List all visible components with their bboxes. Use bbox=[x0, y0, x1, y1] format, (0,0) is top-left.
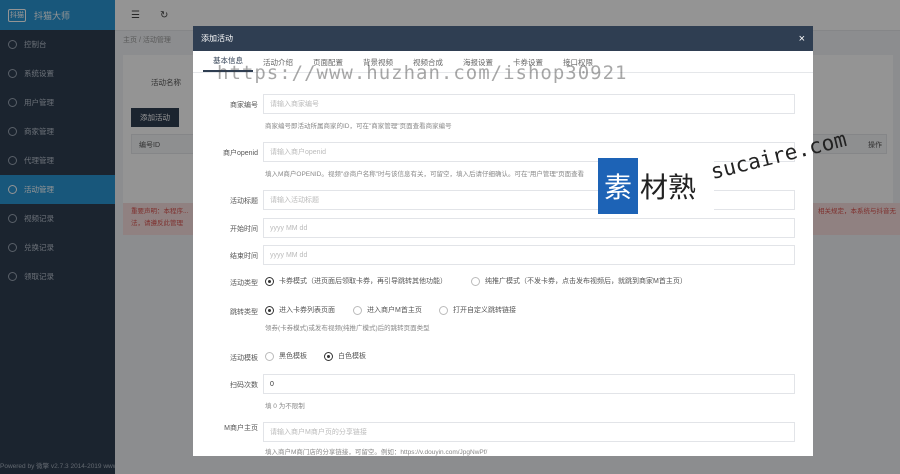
help-m-page: 填入商户M商门店的分享链接，可留空。例如：https://v.douyin.co… bbox=[265, 449, 488, 456]
radio-label: 白色模板 bbox=[338, 353, 366, 360]
radio-template-white[interactable]: 白色模板 bbox=[324, 351, 366, 361]
radio-template-black[interactable]: 黑色模板 bbox=[265, 351, 307, 361]
help-jump: 领券(卡券模式)或发布视频(纯推广模式)后的跳转页面类型 bbox=[265, 325, 430, 332]
watermark-badge: 素 材熟 bbox=[598, 158, 714, 214]
radio-label: 进入商户M首主页 bbox=[367, 307, 422, 314]
radio-jump-custom[interactable]: 打开自定义跳转链接 bbox=[439, 305, 516, 315]
radio-dot bbox=[471, 276, 480, 286]
label-jump: 跳转类型 bbox=[230, 309, 258, 316]
radio-dot bbox=[265, 305, 274, 315]
scan-times-input[interactable]: 0 bbox=[263, 374, 795, 394]
radio-dot bbox=[265, 276, 274, 286]
help-times: 填 0 为不限制 bbox=[265, 403, 305, 410]
add-activity-modal: 添加活动 × https://www.huzhan.com/ishop30921… bbox=[193, 26, 813, 456]
radio-type-promo[interactable]: 纯推广模式（不发卡券，点击发布视频后，就跳到商家M首主页） bbox=[471, 276, 687, 286]
modal-header: 添加活动 × bbox=[193, 26, 813, 51]
title-input[interactable]: 请输入活动标题 bbox=[263, 190, 795, 210]
radio-label: 卡券模式（进页面后领取卡券，再引导跳转其他功能） bbox=[279, 278, 447, 285]
label-shop-no: 商家编号 bbox=[230, 102, 258, 109]
label-times: 扫码次数 bbox=[230, 382, 258, 389]
label-title: 活动标题 bbox=[230, 198, 258, 205]
label-end: 结束时间 bbox=[230, 253, 258, 260]
radio-type-coupon[interactable]: 卡券模式（进页面后领取卡券，再引导跳转其他功能） bbox=[265, 276, 447, 286]
label-type: 活动类型 bbox=[230, 280, 258, 287]
shop-no-input[interactable]: 请输入商家编号 bbox=[263, 94, 795, 114]
watermark-badge-rest: 材熟 bbox=[640, 171, 697, 204]
radio-dot bbox=[439, 305, 448, 315]
radio-jump-coupon-list[interactable]: 进入卡券列表页面 bbox=[265, 305, 335, 315]
help-shop-no: 商家编号即活动所属商家的ID，可在"商家管理"页面查看商家编号 bbox=[265, 123, 452, 130]
radio-label: 进入卡券列表页面 bbox=[279, 307, 335, 314]
end-time-input[interactable]: yyyy MM dd bbox=[263, 245, 795, 265]
label-template: 活动模板 bbox=[230, 355, 258, 362]
radio-dot bbox=[324, 351, 333, 361]
radio-dot bbox=[353, 305, 362, 315]
start-time-input[interactable]: yyyy MM dd bbox=[263, 218, 795, 238]
radio-label: 黑色模板 bbox=[279, 353, 307, 360]
m-page-input[interactable]: 请输入商户M商户页的分享链接 bbox=[263, 422, 795, 442]
label-openid: 商户openid bbox=[222, 150, 258, 157]
label-m-page: M商户主页 bbox=[224, 425, 258, 432]
watermark-url: https://www.huzhan.com/ishop30921 bbox=[217, 62, 628, 84]
close-icon[interactable]: × bbox=[799, 33, 805, 45]
watermark-badge-first: 素 bbox=[598, 158, 638, 214]
help-openid: 填入M商户OPENID。视频"@商户名称"时与该信息有关，可留空，填入后请仔细确… bbox=[265, 171, 585, 178]
label-start: 开始时间 bbox=[230, 226, 258, 233]
radio-jump-m-home[interactable]: 进入商户M首主页 bbox=[353, 305, 422, 315]
modal-tabs: https://www.huzhan.com/ishop30921 基本信息 活动… bbox=[193, 51, 813, 84]
modal-title: 添加活动 bbox=[201, 34, 233, 43]
radio-label: 纯推广模式（不发卡券，点击发布视频后，就跳到商家M首主页） bbox=[485, 278, 687, 285]
radio-dot bbox=[265, 351, 274, 361]
radio-label: 打开自定义跳转链接 bbox=[453, 307, 516, 314]
